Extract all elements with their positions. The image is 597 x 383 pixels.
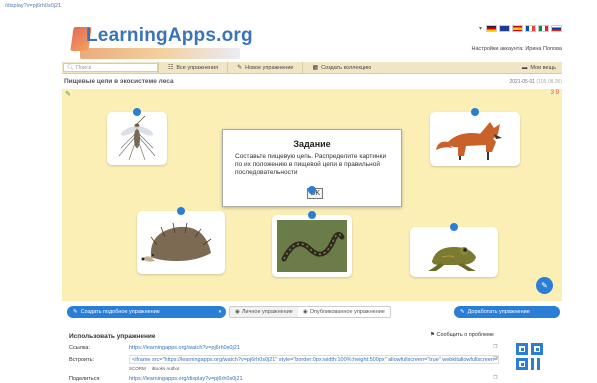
link-label: Ссылка: (69, 344, 90, 351)
copy-icon[interactable]: ❐ (493, 344, 497, 350)
nav-new-exercise[interactable]: ✎ Новое упражнение (227, 61, 302, 74)
nav-my-apps[interactable]: ▬ Мои вещь (522, 65, 562, 71)
embed-label: Встроить: (69, 356, 95, 363)
use-exercise-panel: Использовать упражнение ⚑ Сообщить о про… (62, 329, 562, 383)
card-snake[interactable] (272, 211, 352, 277)
logo-text: LearningApps.org (86, 25, 253, 46)
eye-icon: ◉ (235, 309, 240, 315)
address-bar[interactable]: /display?v=pj6rh0s0j21 (0, 0, 597, 12)
personal-label: Личное упражнение (241, 309, 293, 315)
visibility-toggle: ◉ Личное упражнение ◉ Опубликованное упр… (229, 306, 391, 318)
hedgehog-image (141, 222, 212, 262)
language-selector[interactable]: ▾ (479, 25, 562, 32)
embed-row: Встроить: <iframe src="https://learninga… (69, 355, 499, 364)
chevron-down-icon[interactable]: ▾ (479, 25, 482, 32)
counter: 3 9 (550, 90, 559, 96)
drop-pin-center[interactable] (308, 186, 316, 194)
exercise-board: ✎ 3 9 Задание Составьте пищевую цепь. Ра… (62, 89, 562, 301)
qr-finder (516, 358, 528, 370)
action-bar: ✎ Создать подобное упражнение ▾ ◉ Личное… (62, 306, 562, 319)
site-header: LearningApps.org ▾ Настройки аккаунта: И… (62, 16, 562, 61)
pencil-icon: ✎ (460, 309, 465, 315)
qr-module (531, 358, 543, 370)
dialog-text: Составьте пищевую цепь. Распределите кар… (235, 153, 387, 176)
share-row: Поделиться: https://learningapps.org/dis… (69, 374, 243, 383)
pencil-icon: ✎ (237, 65, 243, 71)
mosquito-image (118, 115, 156, 161)
folder-icon: ▬ (521, 64, 528, 71)
collection-icon: ▦ (312, 65, 319, 71)
share-label: Поделиться: (69, 375, 101, 382)
logo[interactable]: LearningApps.org (70, 21, 253, 59)
flag-fr-icon[interactable] (525, 25, 536, 32)
date-value: 2021-05-01 (509, 79, 536, 85)
snake-image (277, 220, 347, 272)
nav-my-apps-label: Мои вещь (530, 64, 556, 71)
copy-icon[interactable]: ❐ (493, 356, 497, 362)
qr-code[interactable] (516, 343, 544, 377)
pin-icon[interactable] (177, 207, 185, 215)
scorm-link[interactable]: SCORM (129, 366, 146, 371)
nav-all-exercises-label: Все упражнения (176, 64, 219, 71)
check-icon: ✎ (541, 281, 548, 290)
fox-image (435, 122, 502, 160)
published-exercise-toggle[interactable]: ◉ Опубликованное упражнение (297, 307, 390, 317)
copy-icon[interactable]: ❐ (493, 375, 497, 381)
flag-icon: ⚑ (430, 332, 435, 338)
share-value[interactable]: https://learningapps.org/display?v=pj6rh… (129, 376, 243, 382)
pin-icon[interactable] (308, 211, 316, 219)
pin-icon[interactable] (471, 108, 479, 116)
create-similar-button[interactable]: ✎ Создать подобное упражнение (67, 306, 215, 318)
frog-image (428, 247, 476, 271)
use-title: Использовать упражнение (69, 333, 156, 340)
export-links: SCORM iBooks Author (129, 366, 180, 371)
eye-icon: ◉ (302, 309, 308, 315)
title-row: Пищевые цепи в экосистеме леса 2021-05-0… (62, 77, 562, 87)
ibooks-link[interactable]: iBooks Author (152, 366, 180, 371)
account-settings-link[interactable]: Настройки аккаунта: Ирина Попова (471, 46, 562, 52)
report-problem-link[interactable]: ⚑ Сообщить о проблеме (430, 332, 494, 338)
flag-it-icon[interactable] (538, 25, 549, 32)
logo-banner (80, 48, 240, 59)
improve-label: Доработать упражнение (467, 309, 530, 315)
nav-new-exercise-label: Новое упражнение (245, 64, 294, 71)
improve-button[interactable]: ✎ Доработать упражнение (454, 306, 560, 318)
main-nav: 🔍︎ Поиск ☷ Все упражнения ✎ Новое упражн… (62, 61, 562, 74)
search-input[interactable]: 🔍︎ Поиск (63, 63, 158, 72)
card-fox[interactable] (430, 108, 520, 166)
report-label: Сообщить о проблеме (436, 332, 494, 338)
qr-finder (516, 343, 528, 355)
flag-gb-icon[interactable] (499, 25, 510, 32)
dialog-title: Задание (293, 139, 331, 149)
published-label: Опубликованное упражнение (309, 309, 385, 315)
card-mosquito[interactable] (107, 108, 167, 165)
task-dialog: Задание Составьте пищевую цепь. Распреде… (222, 129, 402, 207)
link-row: Ссылка: https://learningapps.org/watch?v… (69, 343, 240, 352)
qr-finder (531, 343, 543, 355)
grid-icon: ☷ (168, 65, 174, 71)
pin-icon[interactable] (133, 108, 141, 116)
search-placeholder: Поиск (75, 64, 92, 71)
nav-create-collection-label: Создать коллекцию (321, 64, 372, 71)
edit-icon[interactable]: ✎ (65, 90, 72, 98)
edit-icon: ✎ (73, 309, 78, 315)
date-label: 2021-05-01 (105 08.05) (509, 79, 562, 85)
create-similar-dropdown[interactable]: ▾ (214, 306, 226, 318)
flag-es-icon[interactable] (512, 25, 523, 32)
page-title: Пищевые цепи в экосистеме леса (64, 78, 174, 85)
personal-exercise-toggle[interactable]: ◉ Личное упражнение (230, 307, 298, 317)
flag-ru-icon[interactable] (551, 25, 562, 32)
pin-icon[interactable] (450, 223, 458, 231)
flag-de-icon[interactable] (486, 25, 497, 32)
card-frog[interactable] (410, 223, 498, 277)
link-value[interactable]: https://learningapps.org/watch?v=pj6rh0s… (129, 345, 240, 351)
search-icon: 🔍︎ (67, 64, 74, 71)
nav-all-exercises[interactable]: ☷ Все упражнения (158, 61, 227, 74)
check-answer-button[interactable]: ✎ (536, 277, 553, 294)
create-similar-label: Создать подобное упражнение (80, 309, 160, 315)
card-hedgehog[interactable] (137, 207, 225, 274)
embed-value[interactable]: <iframe src="https://learningapps.org/wa… (129, 355, 499, 364)
nav-create-collection[interactable]: ▦ Создать коллекцию (302, 61, 380, 74)
date-extra: (105 08.05) (536, 79, 562, 85)
